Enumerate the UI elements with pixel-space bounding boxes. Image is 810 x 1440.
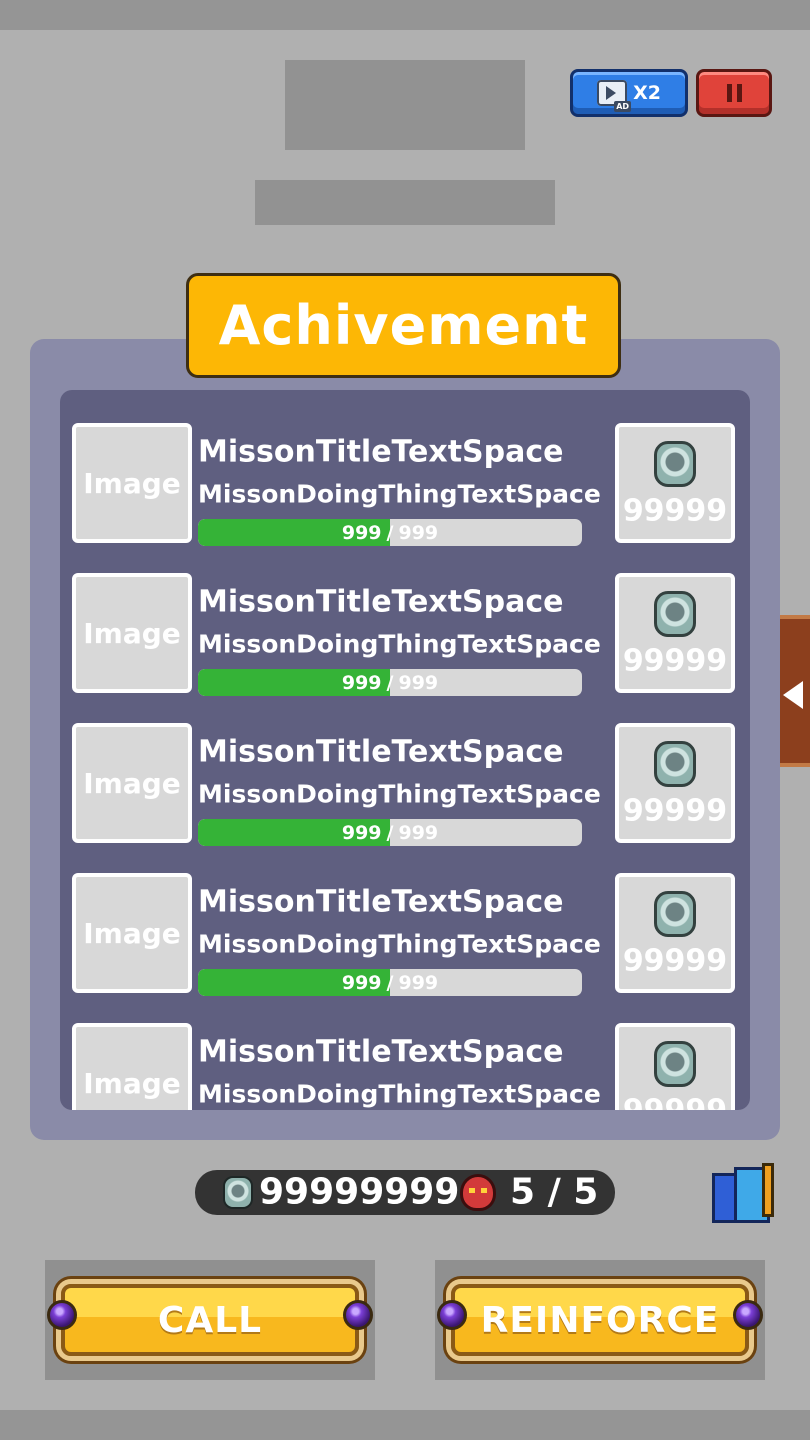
mission-image: Image (72, 423, 192, 543)
progress-current: 999 (341, 971, 382, 994)
reward-claim-box[interactable]: 99999 (615, 873, 735, 993)
subheader-placeholder (255, 180, 555, 225)
mission-title: MissonTitleTextSpace (198, 584, 564, 620)
reinforce-button[interactable]: REINFORCE (451, 1284, 749, 1356)
ad-badge: AD (614, 101, 632, 112)
reward-amount: 99999 (619, 1094, 731, 1111)
mission-description: MissonDoingThingTextSpace (198, 779, 601, 809)
mission-title: MissonTitleTextSpace (198, 884, 564, 920)
reward-amount: 99999 (622, 943, 728, 979)
demon-icon (460, 1174, 496, 1211)
pause-icon (726, 84, 742, 102)
gem-icon (654, 591, 696, 637)
guide-book-button[interactable] (712, 1163, 778, 1225)
arrow-left-icon (783, 681, 803, 709)
gem-icon (654, 1041, 696, 1087)
mission-progress-bar: 999/999 (198, 669, 582, 696)
progress-separator: / (386, 821, 394, 844)
progress-current: 999 (341, 521, 382, 544)
reward-claim-box[interactable]: 99999 (615, 573, 735, 693)
mission-title: MissonTitleTextSpace (198, 734, 564, 770)
mission-row: Image MissonTitleTextSpace MissonDoingTh… (60, 1020, 750, 1110)
reward-amount: 99999 (622, 793, 728, 829)
speed-x2-button[interactable]: AD X2 (570, 69, 688, 117)
side-drawer-tab[interactable] (780, 615, 810, 767)
reward-claim-box[interactable]: 99999 (615, 1023, 735, 1110)
progress-current: 999 (341, 821, 382, 844)
gem-icon (654, 891, 696, 937)
progress-max: 999 (398, 521, 439, 544)
speed-label: X2 (633, 82, 661, 104)
mission-title: MissonTitleTextSpace (198, 1034, 564, 1070)
mission-row: Image MissonTitleTextSpace MissonDoingTh… (60, 570, 750, 696)
mission-progress-bar: 999/999 (198, 819, 582, 846)
reward-claim-box[interactable]: 99999 (615, 423, 735, 543)
currency-bar: 99999999 5 / 5 (195, 1170, 615, 1215)
mission-row: Image MissonTitleTextSpace MissonDoingTh… (60, 720, 750, 846)
mission-image: Image (72, 873, 192, 993)
bottom-bar (0, 1410, 810, 1440)
progress-max: 999 (398, 821, 439, 844)
mission-image: Image (72, 1023, 192, 1110)
progress-separator: / (386, 521, 394, 544)
purple-orb-icon (733, 1300, 763, 1330)
reward-amount: 99999 (622, 493, 728, 529)
mission-progress-bar: 999/999 (198, 519, 582, 546)
pause-button[interactable] (696, 69, 772, 117)
top-bar (0, 0, 810, 30)
mission-row: Image MissonTitleTextSpace MissonDoingTh… (60, 870, 750, 996)
video-ad-icon: AD (597, 80, 632, 112)
reward-claim-box[interactable]: 99999 (615, 723, 735, 843)
mission-title: MissonTitleTextSpace (198, 434, 564, 470)
lives-count: 5 / 5 (510, 1171, 599, 1213)
call-button[interactable]: CALL (61, 1284, 359, 1356)
header-placeholder (285, 60, 525, 150)
mission-list[interactable]: Image MissonTitleTextSpace MissonDoingTh… (60, 390, 750, 1110)
progress-max: 999 (398, 671, 439, 694)
reinforce-button-frame: REINFORCE (435, 1260, 765, 1380)
mission-image: Image (72, 573, 192, 693)
pencil-icon (762, 1163, 774, 1217)
progress-current: 999 (341, 671, 382, 694)
gem-icon (654, 441, 696, 487)
gem-count: 99999999 (259, 1171, 460, 1213)
mission-description: MissonDoingThingTextSpace (198, 479, 601, 509)
achievement-title: Achivement (186, 273, 621, 378)
progress-separator: / (386, 971, 394, 994)
purple-orb-icon (437, 1300, 467, 1330)
mission-progress-bar: 999/999 (198, 969, 582, 996)
progress-separator: / (386, 671, 394, 694)
purple-orb-icon (47, 1300, 77, 1330)
mission-description: MissonDoingThingTextSpace (198, 629, 601, 659)
mission-row: Image MissonTitleTextSpace MissonDoingTh… (60, 420, 750, 546)
mission-image: Image (72, 723, 192, 843)
purple-orb-icon (343, 1300, 373, 1330)
mission-description: MissonDoingThingTextSpace (198, 1079, 601, 1109)
mission-description: MissonDoingThingTextSpace (198, 929, 601, 959)
reward-amount: 99999 (622, 643, 728, 679)
progress-max: 999 (398, 971, 439, 994)
gem-icon (223, 1176, 253, 1209)
gem-icon (654, 741, 696, 787)
call-button-frame: CALL (45, 1260, 375, 1380)
